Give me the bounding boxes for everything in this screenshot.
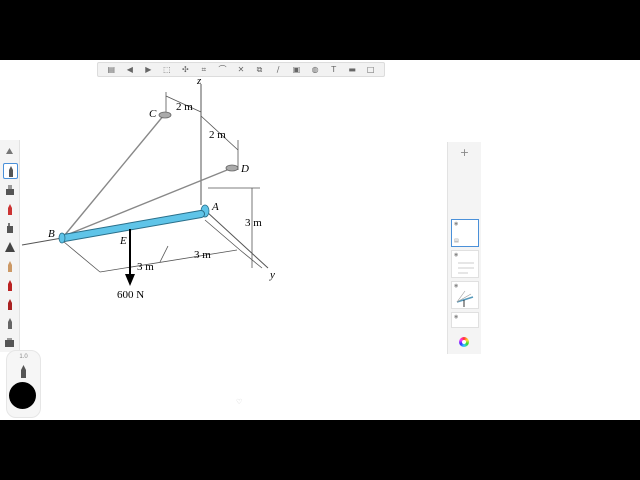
cable-bc <box>63 114 165 237</box>
brush-library <box>0 140 20 352</box>
visibility-icon[interactable]: ◉ <box>454 314 458 320</box>
top-toolbar: ▤ ◀ ▶ ⬚ ✣ ⌗ ⌒ ✕ ⧉ ∕ ▣ ◍ T ▬ □ <box>97 62 385 77</box>
color-wheel-icon[interactable] <box>459 337 469 347</box>
image-icon[interactable]: ▣ <box>291 64 302 75</box>
pencil-tool[interactable] <box>3 163 18 179</box>
text-tool-icon[interactable]: T <box>328 64 339 75</box>
crayon-tool[interactable] <box>3 278 16 292</box>
layer-thumbnail-3[interactable]: ◉ <box>451 281 479 309</box>
pen-tool[interactable] <box>3 183 16 197</box>
point-c-label: C <box>149 108 157 120</box>
force-label: 600 N <box>117 289 144 301</box>
perspective-icon[interactable]: ◍ <box>310 64 321 75</box>
dim-height-label: 3 m <box>245 217 262 229</box>
eraser-tool[interactable] <box>3 335 16 349</box>
dim-ea-label: 3 m <box>194 249 211 261</box>
redo-icon[interactable]: ▶ <box>143 64 154 75</box>
marker-tool[interactable] <box>3 202 16 216</box>
fullscreen-icon[interactable]: □ <box>365 64 376 75</box>
fill-icon[interactable]: ∕ <box>273 64 284 75</box>
brush-size-label: 1.0 <box>19 354 28 360</box>
support-d <box>225 164 239 172</box>
crop-icon[interactable]: ⌗ <box>198 64 209 75</box>
video-icon[interactable]: ▬ <box>347 64 358 75</box>
x-axis <box>21 237 63 246</box>
airbrush-tool[interactable] <box>3 221 16 235</box>
point-d-label: D <box>240 163 249 175</box>
support-c <box>158 111 172 119</box>
move-icon[interactable]: ✣ <box>180 64 191 75</box>
visibility-icon[interactable]: ◉ <box>454 221 458 227</box>
dim-be-label: 3 m <box>137 261 154 273</box>
color-swatch[interactable] <box>9 382 36 409</box>
layer-thumbnail-2[interactable]: ◉ <box>451 250 479 278</box>
transform-icon[interactable]: ✕ <box>235 64 246 75</box>
dim-cd-label: 2 m <box>209 129 226 141</box>
load-arrowhead <box>125 274 135 286</box>
symmetry-icon[interactable]: ⧉ <box>254 64 265 75</box>
layer-thumbnail-4[interactable]: ◉ <box>451 312 479 328</box>
visibility-icon[interactable]: ◉ <box>454 252 458 258</box>
brush-preview-icon <box>21 365 26 378</box>
layers-panel: + ◉ ▤ ◉ ◉ ◉ <box>447 142 481 354</box>
ink-tool[interactable] <box>3 259 16 273</box>
paintbrush-tool[interactable] <box>3 240 16 254</box>
point-a-label: A <box>211 201 219 213</box>
point-e-label: E <box>119 235 127 247</box>
brush-icon[interactable]: ⌒ <box>217 64 228 75</box>
dim-cz-label: 2 m <box>176 101 193 113</box>
layer-lock-icon[interactable]: ▤ <box>454 238 459 244</box>
canvas-handle-icon[interactable]: ♡ <box>236 398 242 406</box>
undo-icon[interactable]: ◀ <box>124 64 135 75</box>
smudge-tool[interactable] <box>3 316 16 330</box>
collapse-icon[interactable] <box>3 144 16 158</box>
add-layer-button[interactable]: + <box>448 146 481 159</box>
select-icon[interactable]: ⬚ <box>161 64 172 75</box>
layer-thumbnail-1[interactable]: ◉ ▤ <box>451 219 479 247</box>
point-b-label: B <box>48 228 55 240</box>
chisel-tool[interactable] <box>3 297 16 311</box>
y-label: y <box>269 269 275 281</box>
menu-icon[interactable]: ▤ <box>106 64 117 75</box>
